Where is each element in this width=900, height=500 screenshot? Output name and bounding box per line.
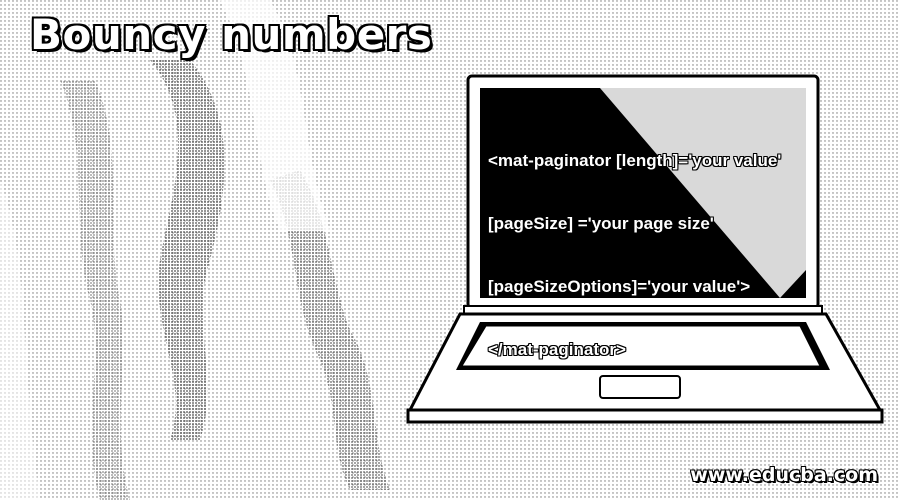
code-line: <mat-paginator [length]='your value': [488, 151, 782, 170]
page-title: Bouncy numbers: [30, 10, 433, 59]
code-line: </mat-paginator>: [488, 340, 626, 359]
code-line: [pageSizeOptions]='your value'>: [488, 277, 751, 296]
website-url: www.educba.com: [690, 464, 878, 486]
code-snippet: <mat-paginator [length]='your value' [pa…: [488, 108, 781, 381]
code-line: [pageSize] ='your page size': [488, 214, 714, 233]
